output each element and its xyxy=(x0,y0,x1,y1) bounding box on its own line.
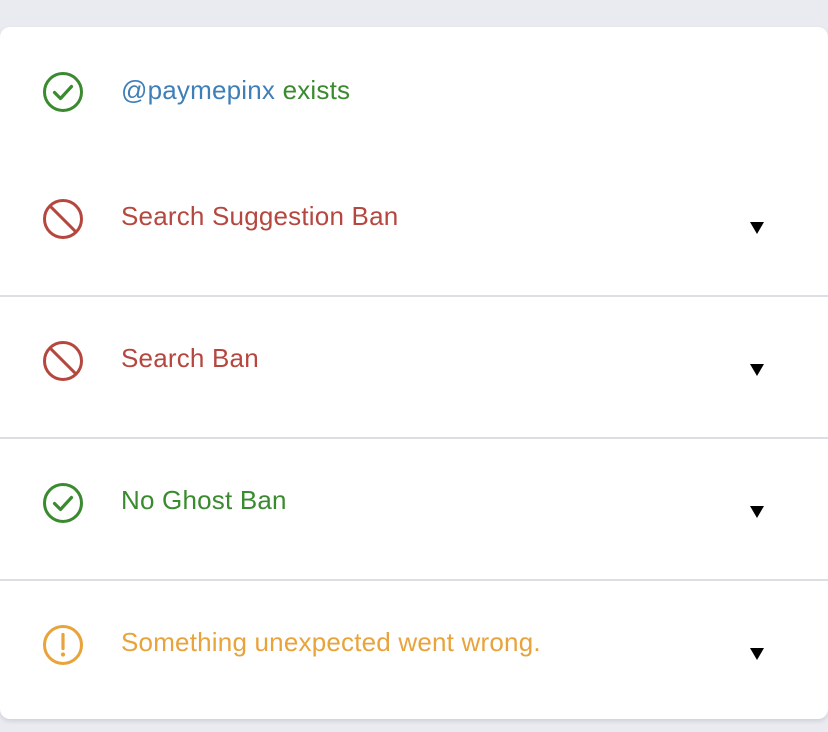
warning-circle-icon xyxy=(42,624,84,666)
exists-suffix: exists xyxy=(275,75,351,105)
check-circle-icon xyxy=(42,71,84,113)
check-row-search-suggestion-ban[interactable]: Search Suggestion Ban xyxy=(0,152,828,295)
check-label: Search Suggestion Ban xyxy=(121,201,399,231)
check-label: Something unexpected went wrong. xyxy=(121,627,541,657)
account-exists-row: @paymepinx exists xyxy=(0,27,828,152)
check-row-ghost-ban[interactable]: No Ghost Ban xyxy=(0,439,828,579)
ban-icon xyxy=(42,340,84,382)
chevron-down-icon[interactable] xyxy=(750,506,766,520)
check-circle-icon xyxy=(42,482,84,524)
account-handle[interactable]: @paymepinx xyxy=(121,75,275,105)
check-row-error[interactable]: Something unexpected went wrong. xyxy=(0,581,828,719)
chevron-down-icon[interactable] xyxy=(750,364,766,378)
results-card: @paymepinx exists Search Suggestion Ban … xyxy=(0,27,828,719)
check-label: No Ghost Ban xyxy=(121,485,287,515)
ban-icon xyxy=(42,198,84,240)
check-label: Search Ban xyxy=(121,343,259,373)
chevron-down-icon[interactable] xyxy=(750,648,766,662)
account-exists-text: @paymepinx exists xyxy=(121,75,350,105)
chevron-down-icon[interactable] xyxy=(750,222,766,236)
check-row-search-ban[interactable]: Search Ban xyxy=(0,297,828,437)
